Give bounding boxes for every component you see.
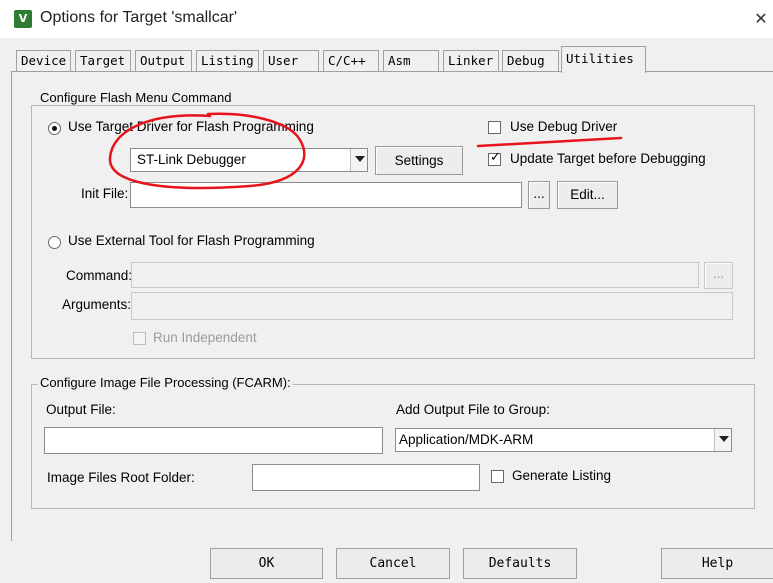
use-target-driver-label: Use Target Driver for Flash Programming [68, 119, 314, 134]
root-folder-input[interactable] [252, 464, 480, 491]
output-group-value: Application/MDK-ARM [399, 432, 534, 447]
use-external-tool-label: Use External Tool for Flash Programming [68, 233, 315, 248]
generate-listing-label: Generate Listing [512, 468, 612, 483]
flash-menu-group [31, 105, 755, 359]
tab-c-cpp[interactable]: C/C++ [323, 50, 379, 72]
use-target-driver-radio[interactable] [48, 122, 61, 135]
flash-menu-legend: Configure Flash Menu Command [38, 90, 234, 105]
add-output-group-label: Add Output File to Group: [396, 402, 550, 417]
init-file-edit-button[interactable]: Edit... [557, 181, 618, 209]
tab-utilities[interactable]: Utilities [561, 46, 646, 73]
tab-asm[interactable]: Asm [383, 50, 439, 72]
help-button[interactable]: Help [661, 548, 773, 579]
title-bar: V Options for Target 'smallcar' ✕ [0, 0, 773, 38]
run-independent-checkbox[interactable] [133, 332, 146, 345]
command-browse-button[interactable]: ... [704, 262, 733, 289]
init-file-input[interactable] [130, 182, 522, 208]
tab-debug[interactable]: Debug [502, 50, 559, 72]
arguments-label: Arguments: [62, 297, 132, 312]
tab-device[interactable]: Device [16, 50, 71, 72]
tab-listing[interactable]: Listing [196, 50, 259, 72]
update-target-checkbox[interactable]: ✓ [488, 150, 501, 166]
tab-linker[interactable]: Linker [443, 50, 499, 72]
command-label: Command: [66, 268, 133, 283]
tab-strip: Device Target Output Listing User C/C++ … [0, 38, 773, 73]
init-file-browse-button[interactable]: ... [528, 181, 550, 209]
cancel-button[interactable]: Cancel [336, 548, 450, 579]
flash-driver-value: ST-Link Debugger [137, 152, 246, 167]
use-debug-driver-checkbox[interactable] [488, 121, 501, 134]
chevron-down-icon [714, 429, 731, 451]
chevron-down-icon [350, 149, 367, 171]
command-input[interactable] [131, 262, 699, 288]
run-independent-label: Run Independent [153, 330, 257, 345]
use-external-tool-radio[interactable] [48, 236, 61, 249]
defaults-button[interactable]: Defaults [463, 548, 577, 579]
arguments-input[interactable] [131, 292, 733, 320]
image-processing-legend: Configure Image File Processing (FCARM): [38, 375, 293, 390]
ok-button[interactable]: OK [210, 548, 323, 579]
init-file-label: Init File: [81, 186, 129, 201]
tab-output[interactable]: Output [135, 50, 192, 72]
update-target-label: Update Target before Debugging [510, 151, 706, 166]
tab-user[interactable]: User [263, 50, 319, 72]
settings-button[interactable]: Settings [375, 146, 463, 175]
keil-uvision-icon: V [14, 10, 32, 28]
window-title: Options for Target 'smallcar' [40, 9, 237, 26]
root-folder-label: Image Files Root Folder: [47, 470, 195, 485]
tab-target[interactable]: Target [75, 50, 131, 72]
flash-driver-select[interactable]: ST-Link Debugger [130, 148, 368, 172]
output-group-select[interactable]: Application/MDK-ARM [395, 428, 732, 452]
output-file-input[interactable] [44, 427, 383, 454]
output-file-label: Output File: [46, 402, 116, 417]
use-debug-driver-label: Use Debug Driver [510, 119, 618, 134]
generate-listing-checkbox[interactable] [491, 470, 504, 483]
checkmark-icon: ✓ [490, 150, 501, 165]
close-icon[interactable]: ✕ [752, 10, 770, 28]
